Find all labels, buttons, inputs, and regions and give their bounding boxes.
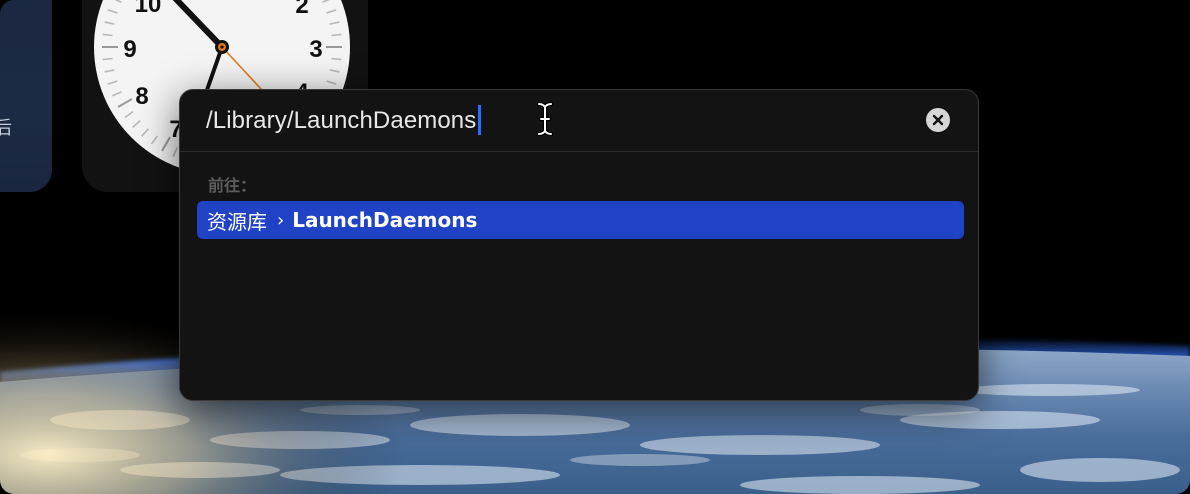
- clock-numeral: 10: [135, 0, 162, 18]
- clock-numeral: 2: [295, 0, 308, 19]
- ibeam-cursor-icon: [536, 101, 554, 137]
- clock-tick: [102, 33, 113, 37]
- clock-numeral: 3: [309, 36, 322, 63]
- result-item-launchdaemons[interactable]: 资源库 › LaunchDaemons: [197, 201, 964, 239]
- x-circle-icon: [932, 114, 944, 126]
- clock-tick: [102, 57, 113, 61]
- text-caret: [478, 105, 482, 135]
- clear-button[interactable]: [926, 108, 950, 132]
- clock-numeral: 8: [135, 83, 148, 110]
- left-widget[interactable]: [0, 0, 52, 192]
- clock-numeral: 9: [123, 36, 136, 63]
- section-label-goto: 前往：: [208, 176, 257, 195]
- path-input-row[interactable]: /Library/LaunchDaemons: [180, 90, 978, 152]
- chevron-right-icon: ›: [277, 209, 285, 231]
- path-input[interactable]: /Library/LaunchDaemons: [206, 105, 482, 135]
- goto-folder-panel: /Library/LaunchDaemons 前往： 资源库 › LaunchD…: [179, 89, 979, 401]
- result-parent-folder: 资源库: [207, 209, 267, 234]
- path-input-value: /Library/LaunchDaemons: [206, 107, 477, 134]
- clock-tick: [331, 57, 342, 61]
- left-widget-label: 后: [0, 118, 12, 139]
- desktop: 后 10 2 9 3 8 7 4 /Library/Lau: [0, 0, 1190, 494]
- clock-tick: [331, 33, 342, 37]
- result-folder-name: LaunchDaemons: [292, 208, 478, 232]
